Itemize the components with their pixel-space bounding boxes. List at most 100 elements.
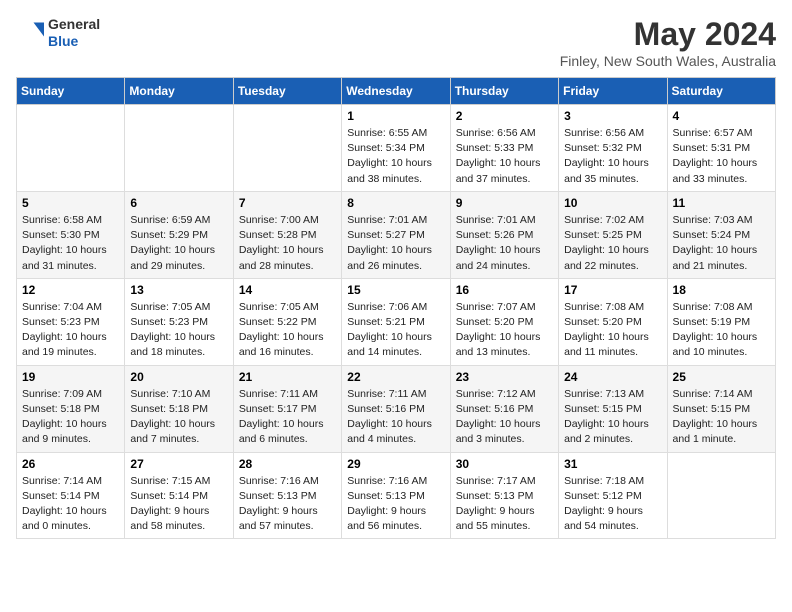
calendar-cell: 28 Sunrise: 7:16 AM Sunset: 5:13 PM Dayli… (233, 452, 341, 539)
day-info: Sunrise: 7:14 AM Sunset: 5:15 PM Dayligh… (673, 387, 770, 448)
calendar-cell (233, 105, 341, 192)
day-number: 18 (673, 283, 770, 297)
day-number: 19 (22, 370, 119, 384)
calendar-cell: 22Sunrise: 7:11 AM Sunset: 5:16 PM Dayli… (342, 365, 450, 452)
day-info: Sunrise: 7:16 AM Sunset: 5:13 PM Dayligh… (347, 474, 444, 535)
calendar-cell: 8 Sunrise: 7:01 AM Sunset: 5:27 PM Daylig… (342, 191, 450, 278)
day-number: 9 (456, 196, 553, 210)
day-info: Sunrise: 7:01 AM Sunset: 5:27 PM Dayligh… (347, 213, 444, 274)
day-number: 14 (239, 283, 336, 297)
column-header-tuesday: Tuesday (233, 78, 341, 105)
day-number: 11 (673, 196, 770, 210)
day-number: 16 (456, 283, 553, 297)
calendar-cell (125, 105, 233, 192)
calendar-cell: 23 Sunrise: 7:12 AM Sunset: 5:16 PM Dayli… (450, 365, 558, 452)
day-number: 13 (130, 283, 227, 297)
calendar-cell (667, 452, 775, 539)
column-header-wednesday: Wednesday (342, 78, 450, 105)
day-info: Sunrise: 7:08 AM Sunset: 5:20 PM Dayligh… (564, 300, 661, 361)
day-number: 28 (239, 457, 336, 471)
calendar-cell: 21Sunrise: 7:11 AM Sunset: 5:17 PM Dayli… (233, 365, 341, 452)
calendar-cell: 7 Sunrise: 7:00 AM Sunset: 5:28 PM Daylig… (233, 191, 341, 278)
calendar-cell (17, 105, 125, 192)
day-info: Sunrise: 7:13 AM Sunset: 5:15 PM Dayligh… (564, 387, 661, 448)
day-number: 29 (347, 457, 444, 471)
day-info: Sunrise: 7:03 AM Sunset: 5:24 PM Dayligh… (673, 213, 770, 274)
calendar-week-row: 12 Sunrise: 7:04 AM Sunset: 5:23 PM Dayli… (17, 278, 776, 365)
day-info: Sunrise: 7:00 AM Sunset: 5:28 PM Dayligh… (239, 213, 336, 274)
calendar-cell: 26Sunrise: 7:14 AM Sunset: 5:14 PM Dayli… (17, 452, 125, 539)
calendar-table: SundayMondayTuesdayWednesdayThursdayFrid… (16, 77, 776, 539)
calendar-cell: 12 Sunrise: 7:04 AM Sunset: 5:23 PM Dayli… (17, 278, 125, 365)
calendar-cell: 14 Sunrise: 7:05 AM Sunset: 5:22 PM Dayli… (233, 278, 341, 365)
calendar-cell: 25 Sunrise: 7:14 AM Sunset: 5:15 PM Dayli… (667, 365, 775, 452)
column-header-saturday: Saturday (667, 78, 775, 105)
calendar-cell: 6 Sunrise: 6:59 AM Sunset: 5:29 PM Daylig… (125, 191, 233, 278)
day-info: Sunrise: 7:15 AM Sunset: 5:14 PM Dayligh… (130, 474, 227, 535)
calendar-week-row: 5 Sunrise: 6:58 AM Sunset: 5:30 PM Daylig… (17, 191, 776, 278)
calendar-cell: 11 Sunrise: 7:03 AM Sunset: 5:24 PM Dayli… (667, 191, 775, 278)
calendar-cell: 18Sunrise: 7:08 AM Sunset: 5:19 PM Dayli… (667, 278, 775, 365)
calendar-cell: 30Sunrise: 7:17 AM Sunset: 5:13 PM Dayli… (450, 452, 558, 539)
column-header-thursday: Thursday (450, 78, 558, 105)
calendar-cell: 17 Sunrise: 7:08 AM Sunset: 5:20 PM Dayli… (559, 278, 667, 365)
calendar-cell: 9 Sunrise: 7:01 AM Sunset: 5:26 PM Daylig… (450, 191, 558, 278)
month-title: May 2024 (560, 16, 776, 53)
calendar-cell: 16 Sunrise: 7:07 AM Sunset: 5:20 PM Dayli… (450, 278, 558, 365)
day-number: 3 (564, 109, 661, 123)
day-number: 22 (347, 370, 444, 384)
calendar-cell: 10Sunrise: 7:02 AM Sunset: 5:25 PM Dayli… (559, 191, 667, 278)
day-number: 1 (347, 109, 444, 123)
day-info: Sunrise: 6:59 AM Sunset: 5:29 PM Dayligh… (130, 213, 227, 274)
day-number: 12 (22, 283, 119, 297)
day-number: 7 (239, 196, 336, 210)
logo-text: General Blue (48, 16, 100, 50)
day-number: 2 (456, 109, 553, 123)
logo: General Blue (16, 16, 100, 50)
day-info: Sunrise: 7:10 AM Sunset: 5:18 PM Dayligh… (130, 387, 227, 448)
day-info: Sunrise: 7:11 AM Sunset: 5:17 PM Dayligh… (239, 387, 336, 448)
calendar-cell: 20 Sunrise: 7:10 AM Sunset: 5:18 PM Dayli… (125, 365, 233, 452)
calendar-week-row: 26Sunrise: 7:14 AM Sunset: 5:14 PM Dayli… (17, 452, 776, 539)
day-number: 4 (673, 109, 770, 123)
calendar-header-row: SundayMondayTuesdayWednesdayThursdayFrid… (17, 78, 776, 105)
day-number: 15 (347, 283, 444, 297)
calendar-cell: 27Sunrise: 7:15 AM Sunset: 5:14 PM Dayli… (125, 452, 233, 539)
day-number: 26 (22, 457, 119, 471)
day-info: Sunrise: 7:07 AM Sunset: 5:20 PM Dayligh… (456, 300, 553, 361)
day-number: 8 (347, 196, 444, 210)
logo-icon (16, 19, 44, 47)
day-info: Sunrise: 6:58 AM Sunset: 5:30 PM Dayligh… (22, 213, 119, 274)
day-info: Sunrise: 7:16 AM Sunset: 5:13 PM Dayligh… (239, 474, 336, 535)
calendar-cell: 1Sunrise: 6:55 AM Sunset: 5:34 PM Daylig… (342, 105, 450, 192)
calendar-cell: 3Sunrise: 6:56 AM Sunset: 5:32 PM Daylig… (559, 105, 667, 192)
day-info: Sunrise: 7:01 AM Sunset: 5:26 PM Dayligh… (456, 213, 553, 274)
day-number: 6 (130, 196, 227, 210)
column-header-monday: Monday (125, 78, 233, 105)
day-info: Sunrise: 6:57 AM Sunset: 5:31 PM Dayligh… (673, 126, 770, 187)
day-info: Sunrise: 7:18 AM Sunset: 5:12 PM Dayligh… (564, 474, 661, 535)
calendar-cell: 4 Sunrise: 6:57 AM Sunset: 5:31 PM Daylig… (667, 105, 775, 192)
day-number: 20 (130, 370, 227, 384)
calendar-cell: 15 Sunrise: 7:06 AM Sunset: 5:21 PM Dayli… (342, 278, 450, 365)
day-info: Sunrise: 6:56 AM Sunset: 5:33 PM Dayligh… (456, 126, 553, 187)
column-header-friday: Friday (559, 78, 667, 105)
day-info: Sunrise: 7:05 AM Sunset: 5:22 PM Dayligh… (239, 300, 336, 361)
day-info: Sunrise: 7:12 AM Sunset: 5:16 PM Dayligh… (456, 387, 553, 448)
calendar-cell: 29 Sunrise: 7:16 AM Sunset: 5:13 PM Dayli… (342, 452, 450, 539)
calendar-cell: 19 Sunrise: 7:09 AM Sunset: 5:18 PM Dayli… (17, 365, 125, 452)
day-info: Sunrise: 7:09 AM Sunset: 5:18 PM Dayligh… (22, 387, 119, 448)
day-number: 5 (22, 196, 119, 210)
logo-blue: Blue (48, 33, 100, 50)
day-number: 17 (564, 283, 661, 297)
location: Finley, New South Wales, Australia (560, 53, 776, 69)
day-info: Sunrise: 7:06 AM Sunset: 5:21 PM Dayligh… (347, 300, 444, 361)
day-info: Sunrise: 7:05 AM Sunset: 5:23 PM Dayligh… (130, 300, 227, 361)
column-header-sunday: Sunday (17, 78, 125, 105)
day-number: 23 (456, 370, 553, 384)
calendar-cell: 13 Sunrise: 7:05 AM Sunset: 5:23 PM Dayli… (125, 278, 233, 365)
day-number: 25 (673, 370, 770, 384)
day-info: Sunrise: 7:04 AM Sunset: 5:23 PM Dayligh… (22, 300, 119, 361)
day-number: 30 (456, 457, 553, 471)
calendar-week-row: 1Sunrise: 6:55 AM Sunset: 5:34 PM Daylig… (17, 105, 776, 192)
